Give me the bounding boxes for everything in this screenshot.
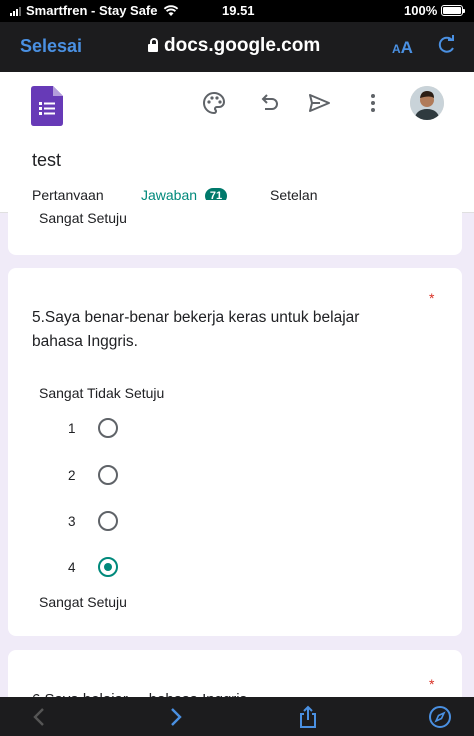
option-number: 2 [68,467,76,483]
scale-option-selected[interactable]: 4 [68,557,118,577]
forward-icon[interactable] [163,705,187,729]
avatar[interactable] [410,86,444,120]
scale-option[interactable]: 2 [68,465,118,485]
form-header: test Pertanyaan Jawaban 71 Setelan [0,72,474,213]
status-bar: Smartfren - Stay Safe 19.51 100% [0,0,474,22]
reload-icon[interactable] [436,34,458,56]
wifi-icon [163,4,178,16]
option-number: 1 [68,420,76,436]
previous-question-card: Sangat Setuju [8,200,462,255]
carrier-name: Smartfren - Stay Safe [26,3,158,18]
done-button[interactable]: Selesai [20,36,82,57]
clock: 19.51 [222,3,255,18]
google-forms-logo[interactable] [31,86,63,126]
option-number: 4 [68,559,76,575]
address-bar[interactable]: docs.google.com [148,35,320,57]
compass-icon[interactable] [428,705,452,729]
text-size-button[interactable]: AA [392,38,413,58]
radio-button[interactable] [98,418,118,438]
radio-button-checked[interactable] [98,557,118,577]
radio-button[interactable] [98,465,118,485]
browser-bar: Selesai docs.google.com AA [0,22,474,72]
form-title: test [32,150,62,170]
undo-icon[interactable] [256,90,282,116]
question-text: 5.Saya benar-benar bekerja keras untuk b… [32,309,360,350]
more-vert-icon[interactable] [360,90,386,116]
signal-icon [10,6,21,16]
battery-percent: 100% [404,3,438,18]
required-mark: * [429,676,435,692]
browser-toolbar [0,697,474,736]
palette-icon[interactable] [201,90,227,116]
share-icon[interactable] [296,705,320,729]
scale-option[interactable]: 3 [68,511,118,531]
url-text: docs.google.com [164,35,321,56]
scale-high-label: Sangat Setuju [39,210,127,226]
scale-option[interactable]: 1 [68,418,118,438]
scale-low-label: Sangat Tidak Setuju [39,385,165,401]
carrier-info: Smartfren - Stay Safe [10,3,179,18]
option-number: 3 [68,513,76,529]
lock-icon [148,38,158,52]
scale-high-label: Sangat Setuju [39,594,127,610]
question-card: * 5.Saya benar-benar bekerja keras untuk… [8,268,462,636]
back-icon[interactable] [28,705,52,729]
required-mark: * [429,290,435,306]
send-icon[interactable] [306,90,332,116]
battery-icon [441,5,465,16]
radio-button[interactable] [98,511,118,531]
